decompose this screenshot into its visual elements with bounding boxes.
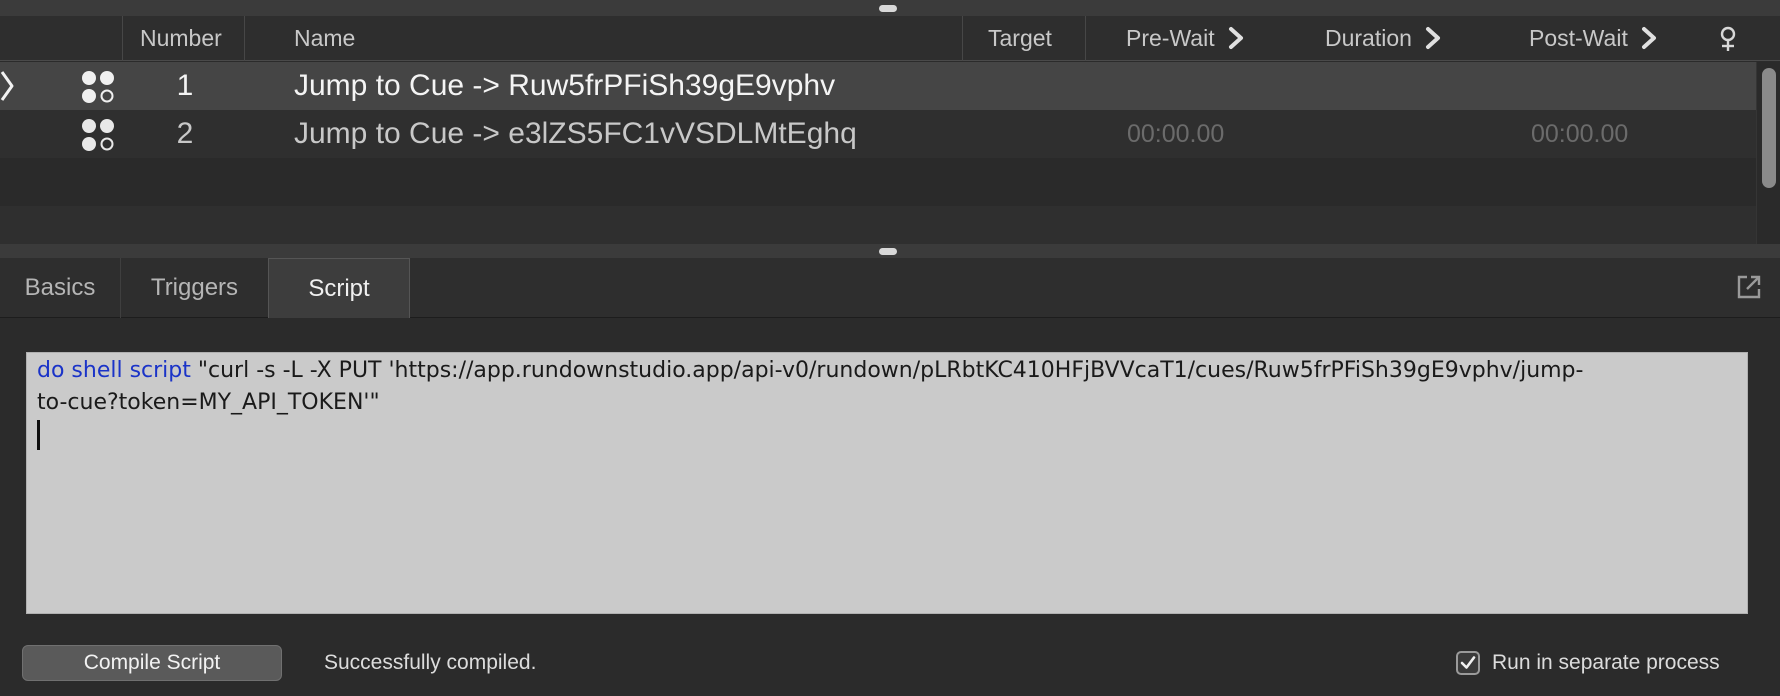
empty-row [0, 158, 1756, 206]
tab-script[interactable]: Script [268, 258, 410, 318]
top-resize-handle[interactable] [879, 5, 897, 12]
header-separator [962, 16, 963, 61]
tab-triggers[interactable]: Triggers [121, 258, 268, 318]
script-line-1-text: "curl -s -L -X PUT 'https://app.rundowns… [190, 358, 1584, 383]
text-caret [37, 420, 40, 450]
compile-status: Successfully compiled. [324, 651, 537, 674]
cue-name[interactable]: Jump to Cue -> Ruw5frPFiSh39gE9vphv [294, 62, 835, 110]
chevron-right-icon [1426, 26, 1441, 49]
scrollbar-thumb[interactable] [1762, 68, 1776, 188]
script-keyword: do shell script [37, 358, 191, 383]
cue-pre-wait[interactable]: 00:00.00 [1127, 110, 1224, 158]
column-post-wait-label: Post-Wait [1529, 25, 1628, 51]
column-pre-wait-label: Pre-Wait [1126, 25, 1215, 51]
cue-list: 1 Jump to Cue -> Ruw5frPFiSh39gE9vphv 2 … [0, 62, 1756, 244]
cue-row[interactable]: 2 Jump to Cue -> e3lZS5FC1vVSDLMtEghq 00… [0, 110, 1756, 158]
inspector-tabs: Basics Triggers Script [0, 258, 1780, 318]
column-name[interactable]: Name [294, 16, 355, 61]
script-line-1: do shell script "curl -s -L -X PUT 'http… [37, 355, 1737, 387]
cue-post-wait[interactable]: 00:00.00 [1531, 110, 1628, 158]
column-duration[interactable]: Duration [1325, 16, 1442, 61]
top-resize-strip[interactable] [0, 0, 1780, 16]
column-pre-wait[interactable]: Pre-Wait [1126, 16, 1245, 61]
inspector-resize-handle[interactable] [879, 248, 897, 255]
cue-name[interactable]: Jump to Cue -> e3lZS5FC1vVSDLMtEghq [294, 110, 857, 158]
tab-basics[interactable]: Basics [0, 258, 120, 318]
cue-row[interactable]: 1 Jump to Cue -> Ruw5frPFiSh39gE9vphv [0, 62, 1756, 110]
column-number[interactable]: Number [140, 16, 222, 61]
header-separator [1085, 16, 1086, 61]
compile-script-button[interactable]: Compile Script [22, 645, 282, 681]
pin-icon[interactable] [1716, 25, 1740, 53]
script-line-2: to-cue?token=MY_API_TOKEN'" [37, 390, 380, 415]
cue-number: 1 [176, 69, 194, 102]
column-duration-label: Duration [1325, 25, 1412, 51]
script-cue-icon [82, 71, 114, 103]
header-separator [122, 16, 123, 61]
playhead-icon [0, 71, 14, 101]
cue-list-header: Number Name Target Pre-Wait Duration Pos… [0, 16, 1780, 61]
checkmark-icon [1460, 656, 1476, 669]
popout-icon[interactable] [1736, 274, 1762, 300]
chevron-right-icon [1229, 26, 1243, 49]
empty-row [0, 206, 1756, 244]
header-separator [244, 16, 245, 61]
script-cue-icon [82, 119, 114, 151]
cue-number: 2 [176, 117, 194, 150]
checkbox-box[interactable] [1456, 651, 1480, 675]
chevron-right-icon [1642, 26, 1657, 49]
inspector-resize-strip[interactable] [0, 244, 1780, 258]
run-separate-process-label: Run in separate process [1492, 651, 1720, 674]
script-editor[interactable]: do shell script "curl -s -L -X PUT 'http… [26, 352, 1748, 614]
column-post-wait[interactable]: Post-Wait [1529, 16, 1658, 61]
column-target[interactable]: Target [988, 16, 1052, 61]
cue-list-scrollbar[interactable] [1756, 62, 1780, 244]
